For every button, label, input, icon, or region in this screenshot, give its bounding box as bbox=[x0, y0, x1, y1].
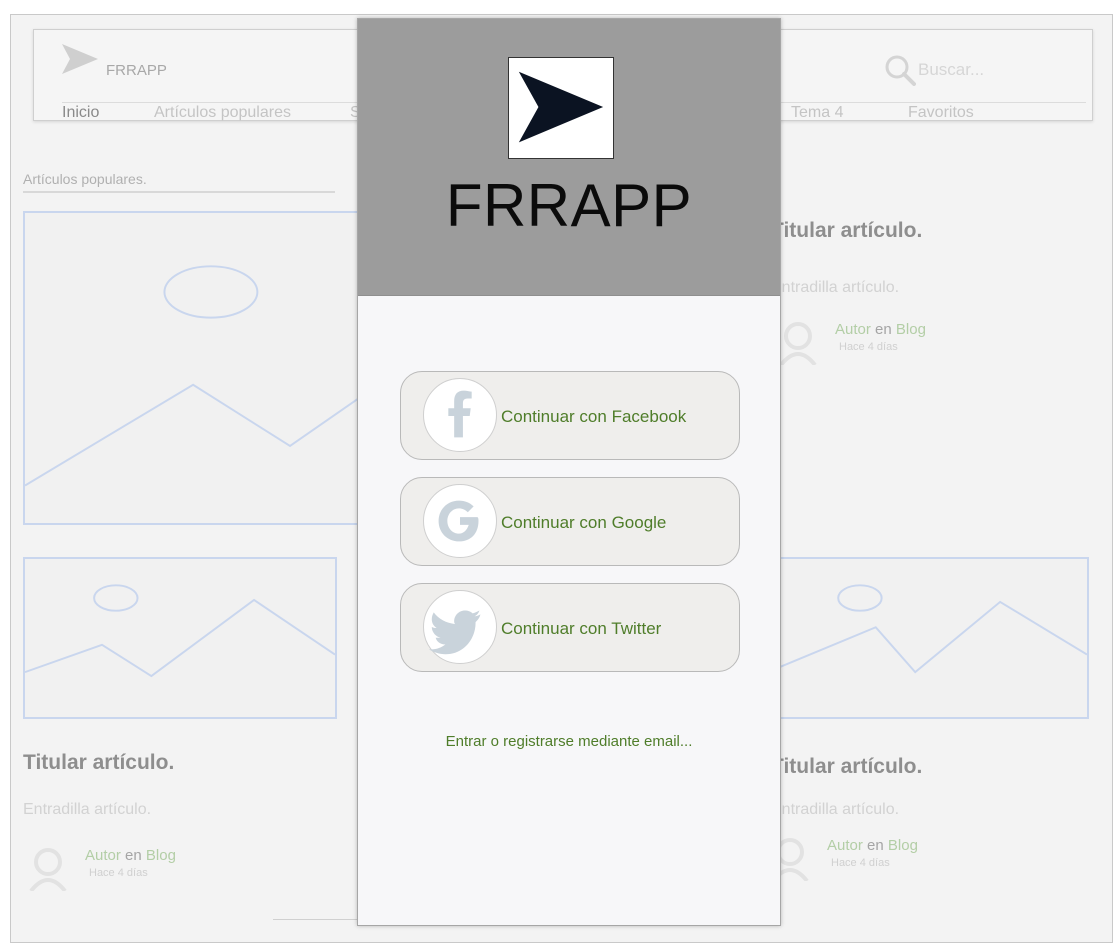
blog-link[interactable]: Blog bbox=[888, 837, 918, 854]
modal-logo bbox=[508, 57, 614, 159]
navbar-brand: FRRAPP bbox=[106, 62, 167, 79]
avatar-icon bbox=[779, 322, 817, 365]
section-underline bbox=[23, 191, 335, 193]
avatar-icon bbox=[29, 848, 67, 891]
article-meta: Autor en Blog Hace 4 días bbox=[29, 847, 289, 891]
facebook-icon bbox=[423, 378, 497, 452]
app-logo-icon bbox=[62, 44, 98, 74]
app-logo-icon bbox=[518, 71, 604, 143]
nav-link-articulos-populares[interactable]: Artículos populares bbox=[154, 104, 291, 122]
article-timestamp: Hace 4 días bbox=[89, 867, 148, 879]
modal-brand-title: FRRAPP bbox=[445, 172, 693, 239]
article-timestamp: Hace 4 días bbox=[831, 857, 890, 869]
article-headline[interactable]: Titular artículo. bbox=[771, 219, 922, 243]
twitter-icon bbox=[423, 590, 497, 664]
continue-facebook-label: Continuar con Facebook bbox=[501, 407, 687, 426]
email-register-link[interactable]: Entrar o registrarse mediante email... bbox=[358, 733, 780, 750]
article-meta: Autor en Blog Hace 4 días bbox=[779, 321, 1039, 365]
google-icon bbox=[423, 484, 497, 558]
article-lead: Entradilla artículo. bbox=[771, 801, 900, 818]
continue-google-button[interactable]: Continuar con Google bbox=[400, 477, 740, 566]
continue-facebook-button[interactable]: Continuar con Facebook bbox=[400, 371, 740, 460]
section-title: Artículos populares. bbox=[23, 171, 147, 187]
article-byline: Autor en Blog bbox=[835, 321, 926, 338]
nav-link-inicio[interactable]: Inicio bbox=[62, 104, 99, 122]
byline-connector: en bbox=[875, 321, 892, 338]
continue-twitter-label: Continuar con Twitter bbox=[501, 619, 662, 638]
continue-google-label: Continuar con Google bbox=[501, 513, 667, 532]
author-link[interactable]: Autor bbox=[85, 847, 121, 864]
article-headline[interactable]: Titular artículo. bbox=[23, 751, 174, 775]
blog-link[interactable]: Blog bbox=[146, 847, 176, 864]
image-placeholder-icon bbox=[25, 584, 335, 678]
image-placeholder-icon bbox=[25, 265, 381, 487]
login-modal: FRRAPP Continuar con Facebook Continuar … bbox=[357, 18, 781, 926]
article-lead: Entradilla artículo. bbox=[23, 801, 152, 818]
continue-twitter-button[interactable]: Continuar con Twitter bbox=[400, 583, 740, 672]
article-byline: Autor en Blog bbox=[85, 847, 176, 864]
article-lead: Entradilla artículo. bbox=[771, 279, 900, 296]
image-placeholder bbox=[23, 211, 383, 525]
modal-header: FRRAPP bbox=[358, 19, 780, 296]
image-placeholder bbox=[23, 557, 337, 719]
article-headline[interactable]: Titular artículo. bbox=[771, 755, 922, 779]
article-timestamp: Hace 4 días bbox=[839, 341, 898, 353]
article-meta: Autor en Blog Hace 4 días bbox=[771, 837, 1031, 881]
search-icon[interactable] bbox=[884, 54, 916, 86]
author-link[interactable]: Autor bbox=[835, 321, 871, 338]
author-link[interactable]: Autor bbox=[827, 837, 863, 854]
nav-link-tema-4[interactable]: Tema 4 bbox=[791, 104, 843, 122]
nav-link-favoritos[interactable]: Favoritos bbox=[908, 104, 974, 122]
article-byline: Autor en Blog bbox=[827, 837, 918, 854]
byline-connector: en bbox=[125, 847, 142, 864]
blog-link[interactable]: Blog bbox=[896, 321, 926, 338]
image-placeholder bbox=[775, 557, 1089, 719]
byline-connector: en bbox=[867, 837, 884, 854]
image-placeholder-icon bbox=[777, 584, 1087, 674]
search-input[interactable] bbox=[918, 60, 1068, 80]
